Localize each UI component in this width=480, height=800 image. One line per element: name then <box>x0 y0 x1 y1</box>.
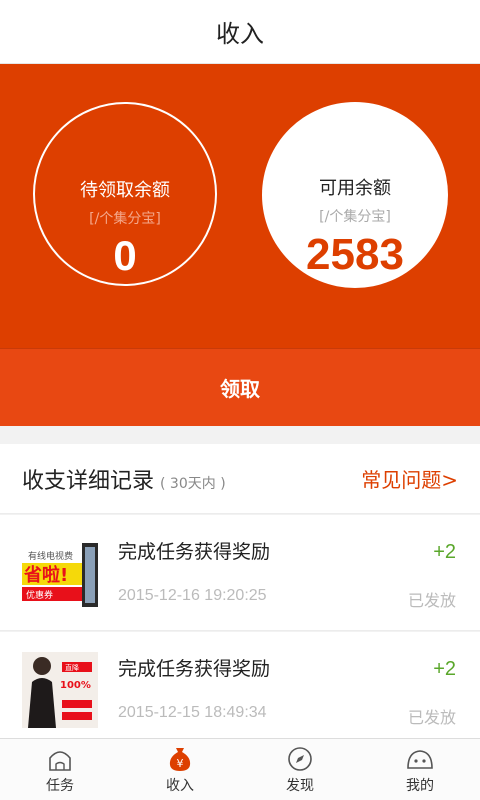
record-time: 2015-12-15 18:49:34 <box>118 704 267 721</box>
tab-label: 任务 <box>46 778 74 794</box>
available-balance-unit: [/个集分宝] <box>319 209 391 225</box>
house-icon <box>45 745 75 773</box>
record-amount: +2 <box>433 658 456 680</box>
record-status: 已发放 <box>407 591 456 610</box>
tv-bill-ad-thumbnail: 有线电视费 省啦! 优惠券 <box>22 535 98 611</box>
records-header: 收支详细记录 ( 30天内 ) 常见问题> <box>0 444 480 514</box>
records-subtitle: ( 30天内 ) <box>160 475 226 492</box>
record-title: 完成任务获得奖励 <box>118 541 271 563</box>
claim-button-label: 领取 <box>220 377 260 401</box>
available-balance-value: 2583 <box>306 230 404 279</box>
smiley-icon <box>405 745 435 773</box>
tab-label: 我的 <box>406 778 434 794</box>
money-bag-icon: ¥ <box>165 745 195 773</box>
svg-text:优惠券: 优惠券 <box>26 589 53 601</box>
list-item[interactable]: 直降 100% 完成任务获得奖励 2015-12-15 18:49:34 +2 … <box>0 632 480 748</box>
tab-discover[interactable]: 发现 <box>240 739 360 800</box>
records-title: 收支详细记录 <box>22 468 155 494</box>
available-balance-circle: 可用余额 [/个集分宝] 2583 <box>262 102 448 288</box>
tab-label: 收入 <box>166 778 194 794</box>
bottom-tab-bar: 任务 ¥ 收入 发现 我的 <box>0 738 480 800</box>
record-title: 完成任务获得奖励 <box>118 658 271 680</box>
record-status: 已发放 <box>407 708 456 727</box>
top-bar: 收入 <box>0 0 480 64</box>
balance-panel: 待领取余额 [/个集分宝] 0 可用余额 [/个集分宝] 2583 <box>0 64 480 348</box>
svg-text:100%: 100% <box>60 680 91 691</box>
pending-balance-unit: [/个集分宝] <box>89 211 161 227</box>
list-item[interactable]: 有线电视费 省啦! 优惠券 完成任务获得奖励 2015-12-16 19:20:… <box>0 515 480 631</box>
svg-text:省啦!: 省啦! <box>23 564 68 586</box>
record-amount: +2 <box>433 541 456 563</box>
tab-label: 发现 <box>286 778 314 794</box>
faq-link[interactable]: 常见问题> <box>361 464 458 493</box>
tab-mine[interactable]: 我的 <box>360 739 480 800</box>
pending-balance-circle: 待领取余额 [/个集分宝] 0 <box>33 102 217 286</box>
available-balance-title: 可用余额 <box>319 178 391 199</box>
compass-icon <box>285 745 315 773</box>
tab-tasks[interactable]: 任务 <box>0 739 120 800</box>
svg-text:有线电视费: 有线电视费 <box>28 550 73 562</box>
page-title: 收入 <box>216 20 264 48</box>
record-time: 2015-12-16 19:20:25 <box>118 587 267 604</box>
svg-text:¥: ¥ <box>177 757 184 770</box>
tab-income[interactable]: ¥ 收入 <box>120 739 240 800</box>
pending-balance-title: 待领取余额 <box>80 180 170 201</box>
fashion-ad-thumbnail: 直降 100% <box>22 652 98 728</box>
claim-button[interactable]: 领取 <box>0 348 480 426</box>
pending-balance-value: 0 <box>113 232 137 279</box>
svg-text:直降: 直降 <box>65 663 79 672</box>
